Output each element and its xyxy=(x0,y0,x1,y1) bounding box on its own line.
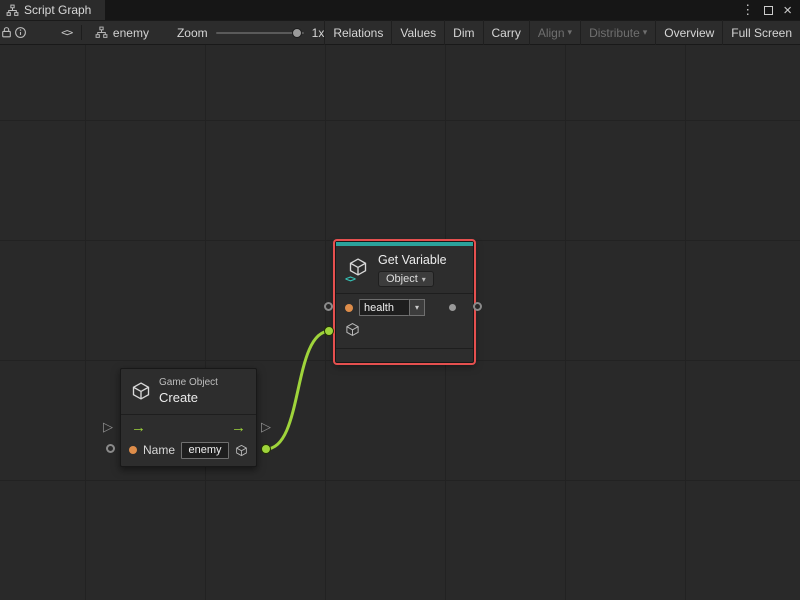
dim-button[interactable]: Dim xyxy=(444,20,482,45)
getvariable-object-input-port[interactable] xyxy=(324,326,334,336)
name-param-label: Name xyxy=(143,443,175,457)
close-icon[interactable]: × xyxy=(783,3,792,18)
node-title: Create xyxy=(159,390,218,406)
getvariable-value-output-port[interactable] xyxy=(473,302,482,311)
chevron-down-icon: ▾ xyxy=(568,27,573,38)
graph-canvas[interactable]: Game Object Create → → Name xyxy=(0,45,800,600)
graph-asset-icon xyxy=(95,26,108,39)
variable-name-port-icon[interactable] xyxy=(345,304,353,312)
chevron-down-icon: ▾ xyxy=(643,27,648,38)
node-header[interactable]: <> Get Variable Object ▾ xyxy=(336,246,473,293)
variable-icon: <> xyxy=(346,257,370,283)
window-menu-icon[interactable]: ⋮ xyxy=(741,2,754,18)
flow-input-arrow-icon[interactable]: → xyxy=(131,420,146,435)
node-category: Game Object xyxy=(159,377,218,390)
overview-button[interactable]: Overview xyxy=(655,20,722,45)
relations-button[interactable]: Relations xyxy=(324,20,391,45)
chevron-down-icon: ▾ xyxy=(415,303,419,312)
create-flow-input-port[interactable]: ▷ xyxy=(103,420,113,433)
zoom-slider-handle[interactable] xyxy=(292,28,302,38)
align-button[interactable]: Align▾ xyxy=(529,20,580,45)
value-output-port-icon[interactable] xyxy=(449,304,456,311)
variable-name-input[interactable] xyxy=(359,299,409,316)
tab-script-graph[interactable]: Script Graph xyxy=(0,0,105,20)
node-get-variable[interactable]: <> Get Variable Object ▾ ▾ xyxy=(335,241,474,363)
zoom-label: Zoom xyxy=(177,26,208,40)
variable-name-dropdown[interactable]: ▾ xyxy=(409,299,425,316)
node-footer xyxy=(336,349,473,362)
connection-wire[interactable] xyxy=(266,331,330,449)
chevron-down-icon: ▾ xyxy=(422,275,426,284)
create-name-input-port[interactable] xyxy=(106,444,115,453)
node-create-game-object[interactable]: Game Object Create → → Name xyxy=(120,368,257,467)
script-graph-icon xyxy=(6,4,19,17)
game-object-cube-icon xyxy=(131,381,151,401)
code-brackets-icon[interactable]: <> xyxy=(61,26,72,39)
flow-output-arrow-icon[interactable]: → xyxy=(231,420,246,435)
zoom-slider[interactable] xyxy=(216,32,304,34)
lock-button[interactable] xyxy=(0,21,14,45)
title-bar: Script Graph ⋮ × xyxy=(0,0,800,20)
lock-icon xyxy=(0,26,13,39)
tab-title: Script Graph xyxy=(24,3,91,17)
values-button[interactable]: Values xyxy=(391,20,444,45)
node-title: Get Variable xyxy=(378,253,447,267)
script-graph-window: Script Graph ⋮ × <> enemy Zoom 1x Relati… xyxy=(0,0,800,600)
info-icon xyxy=(14,26,27,39)
object-input-icon[interactable] xyxy=(345,322,360,337)
name-value-port-icon[interactable] xyxy=(129,446,137,454)
distribute-button[interactable]: Distribute▾ xyxy=(580,20,655,45)
variable-scope-dropdown[interactable]: Object ▾ xyxy=(378,271,434,287)
toolbar: <> enemy Zoom 1x Relations Values Dim Ca… xyxy=(0,20,800,45)
node-header[interactable]: Game Object Create xyxy=(121,369,256,414)
variable-code-icon: <> xyxy=(345,274,355,285)
game-object-output-icon[interactable] xyxy=(235,443,248,458)
zoom-value: 1x xyxy=(312,26,325,40)
info-button[interactable] xyxy=(14,21,28,45)
carry-button[interactable]: Carry xyxy=(483,20,529,45)
full-screen-button[interactable]: Full Screen xyxy=(722,20,800,45)
toolbar-separator xyxy=(81,25,82,40)
graph-reference[interactable]: enemy xyxy=(95,26,149,40)
create-object-output-port[interactable] xyxy=(261,444,271,454)
getvariable-name-input-port[interactable] xyxy=(324,302,333,311)
maximize-icon[interactable] xyxy=(764,6,773,15)
graph-name-label: enemy xyxy=(113,26,149,40)
create-flow-output-port[interactable]: ▷ xyxy=(261,420,271,433)
name-input[interactable] xyxy=(181,442,229,459)
